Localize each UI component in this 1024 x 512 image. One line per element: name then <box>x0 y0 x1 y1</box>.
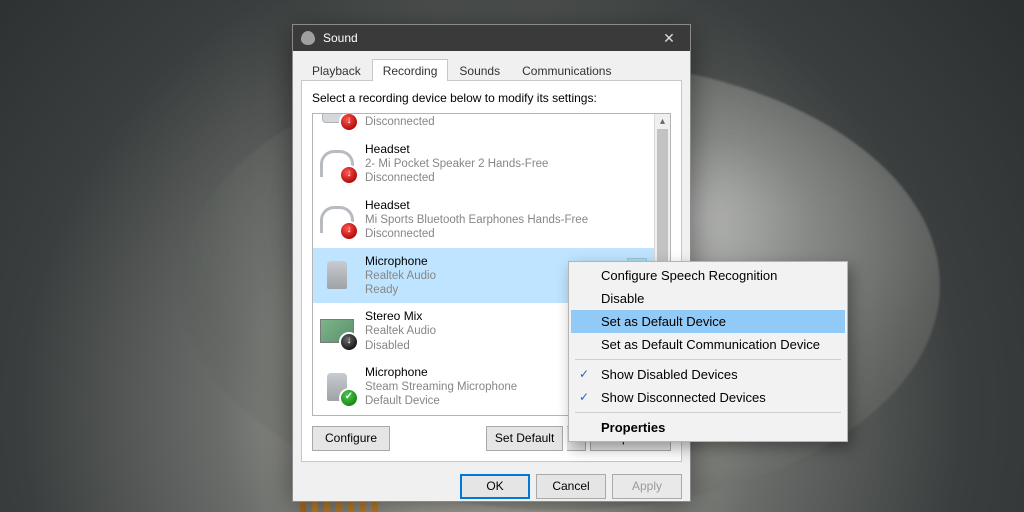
status-overlay-icon <box>339 332 359 352</box>
scroll-thumb[interactable] <box>657 129 668 269</box>
cancel-button[interactable]: Cancel <box>536 474 606 499</box>
device-status: Disconnected <box>365 227 647 241</box>
instruction-text: Select a recording device below to modif… <box>312 91 671 105</box>
tabstrip: Playback Recording Sounds Communications <box>293 51 690 81</box>
mic-icon <box>317 256 357 294</box>
context-menu: Configure Speech Recognition Disable Set… <box>568 261 848 442</box>
device-row[interactable]: Disconnected <box>313 114 655 136</box>
board-icon <box>317 312 357 350</box>
set-default-button[interactable]: Set Default <box>486 426 563 451</box>
tab-sounds[interactable]: Sounds <box>448 59 511 81</box>
configure-button[interactable]: Configure <box>312 426 390 451</box>
device-status: Disconnected <box>365 171 647 185</box>
status-overlay-icon <box>339 113 359 132</box>
device-desc: Mi Sports Bluetooth Earphones Hands-Free <box>365 213 647 227</box>
device-name: Headset <box>365 198 647 213</box>
cm-disable[interactable]: Disable <box>571 287 845 310</box>
apply-button[interactable]: Apply <box>612 474 682 499</box>
mic-icon <box>317 368 357 406</box>
tab-recording[interactable]: Recording <box>372 59 449 81</box>
cm-separator <box>575 412 841 413</box>
device-name: Headset <box>365 142 647 157</box>
cm-show-disabled[interactable]: Show Disabled Devices <box>571 363 845 386</box>
device-row[interactable]: Headset2- Mi Pocket Speaker 2 Hands-Free… <box>313 136 655 192</box>
unknown-icon <box>317 114 357 130</box>
cm-show-disconnected[interactable]: Show Disconnected Devices <box>571 386 845 409</box>
dialog-buttons: OK Cancel Apply <box>293 468 690 509</box>
status-overlay-icon <box>339 165 359 185</box>
headphones-icon <box>317 201 357 239</box>
close-button[interactable]: ✕ <box>648 25 690 51</box>
device-text: Disconnected <box>365 115 647 129</box>
status-overlay-icon <box>339 388 359 408</box>
tab-playback[interactable]: Playback <box>301 59 372 81</box>
headphones-icon <box>317 145 357 183</box>
window-title: Sound <box>323 31 648 45</box>
cm-properties[interactable]: Properties <box>571 416 845 439</box>
device-row[interactable]: HeadsetMi Sports Bluetooth Earphones Han… <box>313 192 655 248</box>
status-overlay-icon <box>339 221 359 241</box>
cm-configure-speech[interactable]: Configure Speech Recognition <box>571 264 845 287</box>
scroll-up-icon[interactable]: ▴ <box>655 114 670 129</box>
tab-communications[interactable]: Communications <box>511 59 622 81</box>
cm-separator <box>575 359 841 360</box>
device-text: HeadsetMi Sports Bluetooth Earphones Han… <box>365 198 647 242</box>
cm-set-default[interactable]: Set as Default Device <box>571 310 845 333</box>
device-text: Headset2- Mi Pocket Speaker 2 Hands-Free… <box>365 142 647 186</box>
sound-icon <box>301 31 315 45</box>
cm-set-default-comm[interactable]: Set as Default Communication Device <box>571 333 845 356</box>
titlebar[interactable]: Sound ✕ <box>293 25 690 51</box>
device-status: Disconnected <box>365 115 647 129</box>
ok-button[interactable]: OK <box>460 474 530 499</box>
device-desc: 2- Mi Pocket Speaker 2 Hands-Free <box>365 157 647 171</box>
